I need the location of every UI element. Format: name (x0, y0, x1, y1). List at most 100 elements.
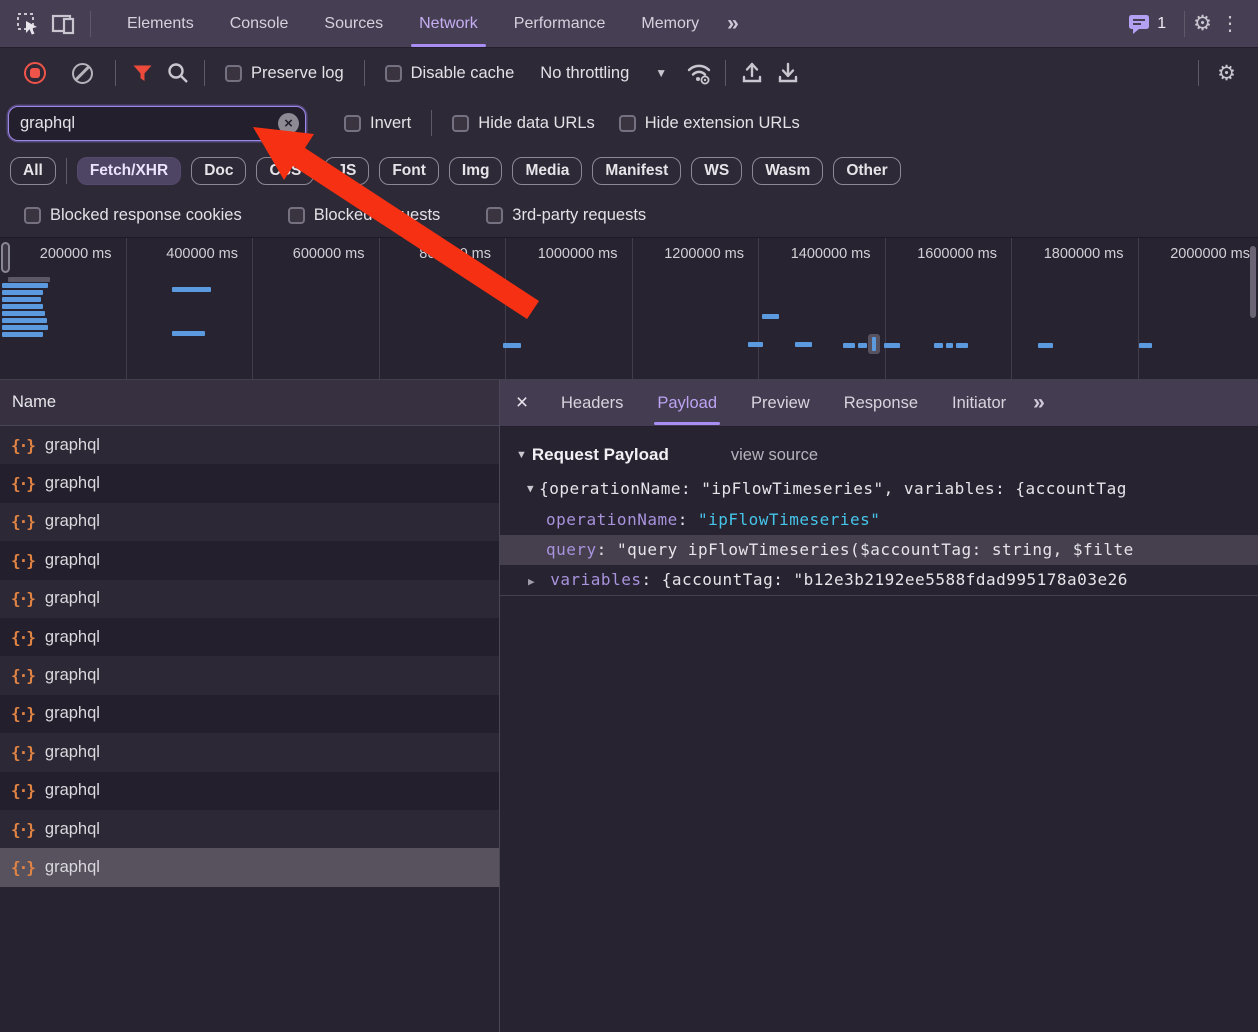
request-row[interactable]: {·}graphql (0, 810, 499, 848)
hide-extension-urls-checkbox[interactable]: Hide extension URLs (619, 114, 800, 133)
filter-chip-wasm[interactable]: Wasm (752, 157, 823, 185)
disable-cache-checkbox[interactable]: Disable cache (385, 64, 515, 83)
device-toolbar-icon[interactable] (46, 6, 82, 42)
blocked-response-cookies-checkbox[interactable]: Blocked response cookies (24, 206, 242, 225)
inspect-element-icon[interactable] (10, 6, 46, 42)
detail-tabbar: × HeadersPayloadPreviewResponseInitiator… (500, 380, 1258, 427)
payload-prop-query[interactable]: query: "query ipFlowTimeseries($accountT… (500, 535, 1258, 565)
filter-input[interactable] (8, 106, 306, 141)
record-button[interactable] (24, 62, 46, 84)
timeline-label: 1600000 ms (917, 246, 997, 262)
close-detail-icon[interactable]: × (500, 391, 544, 415)
filter-chip-manifest[interactable]: Manifest (592, 157, 681, 185)
checkbox-icon (452, 115, 469, 132)
timeline-bar (795, 342, 812, 347)
issues-icon[interactable] (1127, 13, 1151, 35)
timeline-bar (2, 297, 41, 302)
fetch-xhr-icon: {·} (11, 666, 34, 685)
tab-memory[interactable]: Memory (623, 0, 717, 48)
detail-tabs: HeadersPayloadPreviewResponseInitiator (544, 380, 1023, 426)
filter-chip-media[interactable]: Media (512, 157, 582, 185)
throttling-dropdown[interactable]: No throttling ▼ (540, 64, 667, 83)
timeline-label: 600000 ms (293, 246, 365, 262)
payload-prop-variables[interactable]: ▶ variables: {accountTag: "b12e3b2192ee5… (500, 565, 1258, 595)
divider (204, 60, 205, 86)
detail-tab-preview[interactable]: Preview (734, 380, 827, 426)
tab-network[interactable]: Network (401, 0, 496, 48)
timeline-scrollbar-thumb[interactable] (1250, 246, 1256, 318)
filter-chip-other[interactable]: Other (833, 157, 900, 185)
tab-elements[interactable]: Elements (109, 0, 212, 48)
request-row[interactable]: {·}graphql (0, 580, 499, 618)
hide-data-urls-checkbox[interactable]: Hide data URLs (452, 114, 594, 133)
blocked-requests-checkbox[interactable]: Blocked requests (288, 206, 441, 225)
third-party-requests-checkbox[interactable]: 3rd-party requests (486, 206, 646, 225)
export-har-icon[interactable] (770, 55, 806, 91)
detail-tab-response[interactable]: Response (827, 380, 935, 426)
request-row[interactable]: {·}graphql (0, 541, 499, 579)
filter-chip-doc[interactable]: Doc (191, 157, 246, 185)
divider (364, 60, 365, 86)
throttling-value: No throttling (540, 64, 629, 83)
request-row[interactable]: {·}graphql (0, 656, 499, 694)
filter-chip-font[interactable]: Font (379, 157, 439, 185)
search-icon[interactable] (160, 55, 196, 91)
clear-network-log-icon[interactable] (72, 63, 93, 84)
prop-key: operationName (546, 510, 678, 529)
view-source-link[interactable]: view source (731, 446, 818, 465)
request-row[interactable]: {·}graphql (0, 772, 499, 810)
timeline-bar (748, 342, 763, 347)
timeline-bar (2, 311, 45, 316)
preserve-log-checkbox[interactable]: Preserve log (225, 64, 344, 83)
payload-prop-operationName[interactable]: operationName: "ipFlowTimeseries" (500, 505, 1258, 535)
request-row[interactable]: {·}graphql (0, 464, 499, 502)
detail-tab-payload[interactable]: Payload (640, 380, 734, 426)
more-tabs-icon[interactable]: » (717, 12, 749, 36)
fetch-xhr-icon: {·} (11, 781, 34, 800)
request-row[interactable]: {·}graphql (0, 848, 499, 886)
checkbox-icon (24, 207, 41, 224)
invert-checkbox[interactable]: Invert (344, 114, 411, 133)
tab-performance[interactable]: Performance (496, 0, 624, 48)
kebab-menu-icon[interactable]: ⋮ (1212, 11, 1248, 36)
timeline-bar (1139, 343, 1152, 348)
expanded-triangle-icon: ▼ (516, 449, 527, 461)
blocked-requests-label: Blocked requests (314, 206, 441, 225)
request-name: graphql (45, 743, 100, 762)
filter-funnel-icon[interactable] (124, 55, 160, 91)
filter-chip-js[interactable]: JS (324, 157, 369, 185)
hide-data-urls-label: Hide data URLs (478, 114, 594, 133)
detail-more-tabs-icon[interactable]: » (1023, 391, 1055, 415)
request-row[interactable]: {·}graphql (0, 695, 499, 733)
filter-chip-img[interactable]: Img (449, 157, 503, 185)
tab-console[interactable]: Console (212, 0, 307, 48)
clear-filter-icon[interactable]: × (278, 113, 299, 134)
payload-panel: ▼ Request Payload view source ▼ {operati… (500, 427, 1258, 596)
request-row[interactable]: {·}graphql (0, 503, 499, 541)
timeline-scroll-handle[interactable] (1, 242, 10, 273)
request-name: graphql (45, 436, 100, 455)
payload-root-preview[interactable]: ▼ {operationName: "ipFlowTimeseries", va… (500, 471, 1258, 505)
request-row[interactable]: {·}graphql (0, 618, 499, 656)
filter-chip-ws[interactable]: WS (691, 157, 742, 185)
timeline-bar (762, 314, 779, 319)
fetch-xhr-icon: {·} (11, 858, 34, 877)
tab-sources[interactable]: Sources (306, 0, 401, 48)
prop-sep: : (641, 570, 661, 589)
network-settings-gear-icon[interactable]: ⚙ (1207, 63, 1246, 84)
filter-chip-all[interactable]: All (10, 157, 56, 185)
request-payload-section[interactable]: ▼ Request Payload view source (500, 439, 1258, 471)
network-overview-timeline[interactable]: 200000 ms400000 ms600000 ms800000 ms1000… (0, 237, 1258, 380)
filter-chip-css[interactable]: CSS (256, 157, 314, 185)
settings-gear-icon[interactable]: ⚙ (1193, 13, 1212, 34)
name-column-header[interactable]: Name (0, 380, 499, 426)
timeline-column: 1800000 ms (1012, 238, 1139, 379)
filter-chip-fetch-xhr[interactable]: Fetch/XHR (77, 157, 181, 185)
detail-tab-initiator[interactable]: Initiator (935, 380, 1023, 426)
detail-tab-headers[interactable]: Headers (544, 380, 640, 426)
import-har-icon[interactable] (734, 55, 770, 91)
network-conditions-icon[interactable] (681, 55, 717, 91)
request-row[interactable]: {·}graphql (0, 426, 499, 464)
request-row[interactable]: {·}graphql (0, 733, 499, 771)
dropdown-arrow-icon: ▼ (655, 66, 667, 80)
